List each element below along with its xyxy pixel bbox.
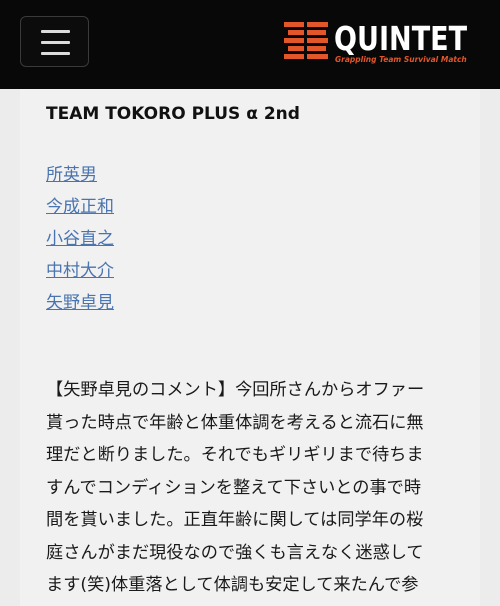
menu-button[interactable] bbox=[20, 16, 89, 67]
comment-line: 庭さんがまだ現役なので強くも言えなく迷惑して bbox=[46, 542, 424, 563]
member-link[interactable]: 中村大介 bbox=[46, 256, 114, 281]
team-title: TEAM TOKORO PLUS α 2nd bbox=[46, 104, 300, 124]
logo-tagline: Grappling Team Survival Match bbox=[335, 55, 467, 64]
member-link[interactable]: 矢野卓見 bbox=[46, 288, 114, 313]
quintet-emblem-icon bbox=[284, 22, 328, 59]
member-link[interactable]: 小谷直之 bbox=[46, 224, 114, 249]
comment-line: ます(笑)体重落として体調も安定して来たんで参 bbox=[46, 575, 419, 595]
logo-wordmark: QUINTET bbox=[334, 19, 468, 58]
comment-line: 理だと断りました。それでもギリギリまで待ちま bbox=[46, 445, 424, 465]
article-content: TEAM TOKORO PLUS α 2nd 所英男 今成正和 小谷直之 中村大… bbox=[20, 89, 480, 606]
site-header: QUINTET Grappling Team Survival Match bbox=[0, 0, 500, 89]
comment-line: すんでコンディションを整えて下さいとの事で時 bbox=[46, 477, 422, 498]
comment-line: 間を貰いました。正直年齢に関しては同学年の桜 bbox=[46, 510, 424, 530]
comment-line: 【矢野卓見のコメント】今回所さんからオファー bbox=[46, 380, 425, 400]
comment-line: 貰った時点で年齢と体重体調を考えると流石に無 bbox=[46, 412, 424, 433]
member-link[interactable]: 今成正和 bbox=[46, 192, 114, 217]
quintet-logo[interactable]: QUINTET Grappling Team Survival Match bbox=[284, 20, 467, 68]
member-link[interactable]: 所英男 bbox=[46, 160, 97, 185]
member-comment: 【矢野卓見のコメント】今回所さんからオファー 貰った時点で年齢と体重体調を考える… bbox=[46, 374, 461, 602]
